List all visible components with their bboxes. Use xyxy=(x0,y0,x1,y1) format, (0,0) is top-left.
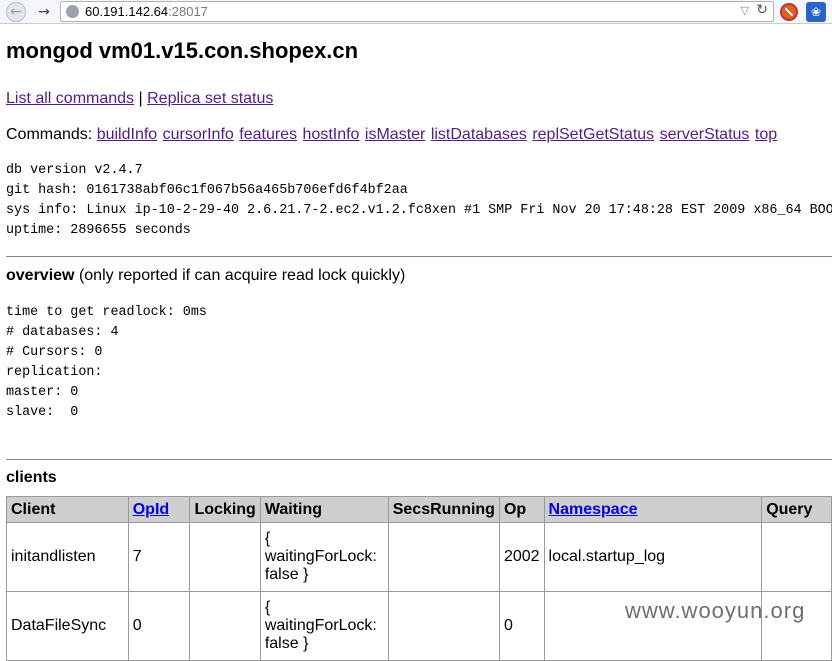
command-link-ismaster[interactable]: isMaster xyxy=(365,126,425,143)
cell-secsrunning xyxy=(387,522,500,592)
address-bar[interactable]: 60.191.142.64:28017 ▽ ↻ xyxy=(60,1,774,22)
command-link-top[interactable]: top xyxy=(755,126,777,143)
link-separator: | xyxy=(138,90,143,107)
master-line: master: 0 xyxy=(6,385,79,400)
sys-info-line: sys info: Linux ip-10-2-29-40 2.6.21.7-2… xyxy=(6,203,832,218)
command-link-replsetgetstatus[interactable]: replSetGetStatus xyxy=(532,126,654,143)
header-client: Client xyxy=(6,496,129,523)
cell-locking xyxy=(189,522,261,592)
paw-addon-icon[interactable]: ❀ xyxy=(806,2,826,22)
forward-button[interactable]: → xyxy=(34,2,54,22)
table-header-row: Client OpId Locking Waiting SecsRunning … xyxy=(6,496,832,523)
overview-note: (only reported if can acquire read lock … xyxy=(78,267,406,284)
command-link-buildinfo[interactable]: buildInfo xyxy=(97,126,158,143)
block-addon-icon[interactable] xyxy=(780,3,798,21)
watermark: www.wooyun.org xyxy=(625,598,806,623)
clients-table: Client OpId Locking Waiting SecsRunning … xyxy=(6,496,832,661)
opid-sort-link[interactable]: OpId xyxy=(133,501,169,518)
header-locking: Locking xyxy=(189,496,261,523)
arrow-left-icon: ← xyxy=(10,4,22,20)
readlock-line: time to get readlock: 0ms xyxy=(6,305,207,320)
site-identity-icon[interactable] xyxy=(66,5,79,18)
page-title: mongod vm01.v15.con.shopex.cn xyxy=(6,38,359,63)
slave-line: slave: 0 xyxy=(6,405,79,420)
divider xyxy=(6,256,832,257)
list-all-commands-link[interactable]: List all commands xyxy=(6,90,134,107)
command-link-serverstatus[interactable]: serverStatus xyxy=(660,126,750,143)
url-text[interactable]: 60.191.142.64:28017 xyxy=(85,4,208,19)
namespace-sort-link[interactable]: Namespace xyxy=(549,501,638,518)
top-links: List all commands | Replica set status xyxy=(6,90,273,108)
arrow-right-icon: → xyxy=(38,4,50,20)
table-row: initandlisten 7 { waitingForLock: false … xyxy=(6,522,832,592)
cell-locking xyxy=(189,591,261,661)
command-link-listdatabases[interactable]: listDatabases xyxy=(431,126,527,143)
cursors-line: # Cursors: 0 xyxy=(6,345,103,360)
cell-op: 0 xyxy=(498,591,545,661)
replica-set-status-link[interactable]: Replica set status xyxy=(147,90,273,107)
overview-block: time to get readlock: 0ms # databases: 4… xyxy=(6,303,207,423)
command-link-hostinfo[interactable]: hostInfo xyxy=(303,126,360,143)
header-opid: OpId xyxy=(127,496,191,523)
command-link-cursorinfo[interactable]: cursorInfo xyxy=(163,126,234,143)
header-waiting: Waiting xyxy=(259,496,389,523)
git-hash-line: git hash: 0161738abf06c1f067b56a465b706e… xyxy=(6,183,408,198)
reload-icon[interactable]: ↻ xyxy=(756,2,768,18)
cell-namespace: local.startup_log xyxy=(543,522,763,592)
header-op: Op xyxy=(498,496,545,523)
header-namespace: Namespace xyxy=(543,496,763,523)
command-link-features[interactable]: features xyxy=(239,126,297,143)
cell-waiting: { waitingForLock: false } xyxy=(259,591,389,661)
overview-title: overview xyxy=(6,267,75,284)
system-info-block: db version v2.4.7 git hash: 0161738abf06… xyxy=(6,161,832,241)
header-query: Query xyxy=(761,496,832,523)
uptime-line: uptime: 2896655 seconds xyxy=(6,223,191,238)
cell-secsrunning xyxy=(387,591,500,661)
url-port: :28017 xyxy=(168,4,208,19)
commands-label: Commands: xyxy=(6,126,93,143)
cell-opid: 7 xyxy=(127,522,191,592)
replication-line: replication: xyxy=(6,365,103,380)
cell-opid: 0 xyxy=(127,591,191,661)
cell-waiting: { waitingForLock: false } xyxy=(259,522,389,592)
divider xyxy=(6,459,832,460)
cell-client: initandlisten xyxy=(6,522,129,592)
header-secsrunning: SecsRunning xyxy=(387,496,500,523)
db-version-line: db version v2.4.7 xyxy=(6,163,143,178)
back-button[interactable]: ← xyxy=(6,2,26,22)
overview-heading: overview (only reported if can acquire r… xyxy=(6,267,405,285)
cell-query xyxy=(761,522,832,592)
clients-heading: clients xyxy=(6,469,57,486)
browser-toolbar: ← → 60.191.142.64:28017 ▽ ↻ ❀ xyxy=(0,0,832,24)
databases-line: # databases: 4 xyxy=(6,325,119,340)
cell-op: 2002 xyxy=(498,522,545,592)
dropdown-icon[interactable]: ▽ xyxy=(741,4,749,17)
cell-client: DataFileSync xyxy=(6,591,129,661)
url-host: 60.191.142.64 xyxy=(85,4,169,19)
commands-row: Commands: buildInfo cursorInfo features … xyxy=(6,126,778,144)
